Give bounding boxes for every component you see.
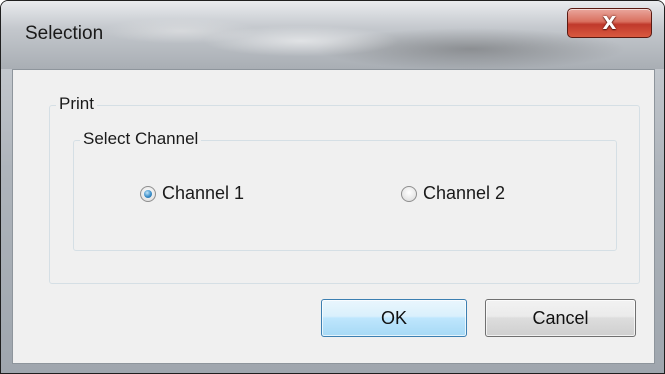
title-bar[interactable]: Selection X xyxy=(1,1,664,69)
channel-2-label: Channel 2 xyxy=(423,183,506,203)
channel-1-radio[interactable]: Channel 1 xyxy=(140,183,244,204)
select-channel-label: Select Channel xyxy=(80,129,202,149)
cancel-button[interactable]: Cancel xyxy=(485,299,636,337)
channel-1-label: Channel 1 xyxy=(162,183,245,203)
window-title: Selection xyxy=(25,23,104,44)
ok-button[interactable]: OK xyxy=(321,299,467,337)
dialog-window: Selection X Print Select Channel Channel… xyxy=(0,0,665,374)
radio-selected-icon xyxy=(140,185,156,202)
dialog-client-area: Print Select Channel Channel 1 Channel 2… xyxy=(12,69,655,364)
channel-2-radio[interactable]: Channel 2 xyxy=(401,183,505,204)
close-button[interactable]: X xyxy=(567,8,652,38)
print-group-label: Print xyxy=(56,94,97,114)
radio-unselected-icon xyxy=(401,185,417,202)
select-channel-groupbox: Select Channel Channel 1 Channel 2 xyxy=(73,129,617,251)
print-groupbox: Print Select Channel Channel 1 Channel 2 xyxy=(49,94,640,284)
close-icon: X xyxy=(602,12,617,34)
